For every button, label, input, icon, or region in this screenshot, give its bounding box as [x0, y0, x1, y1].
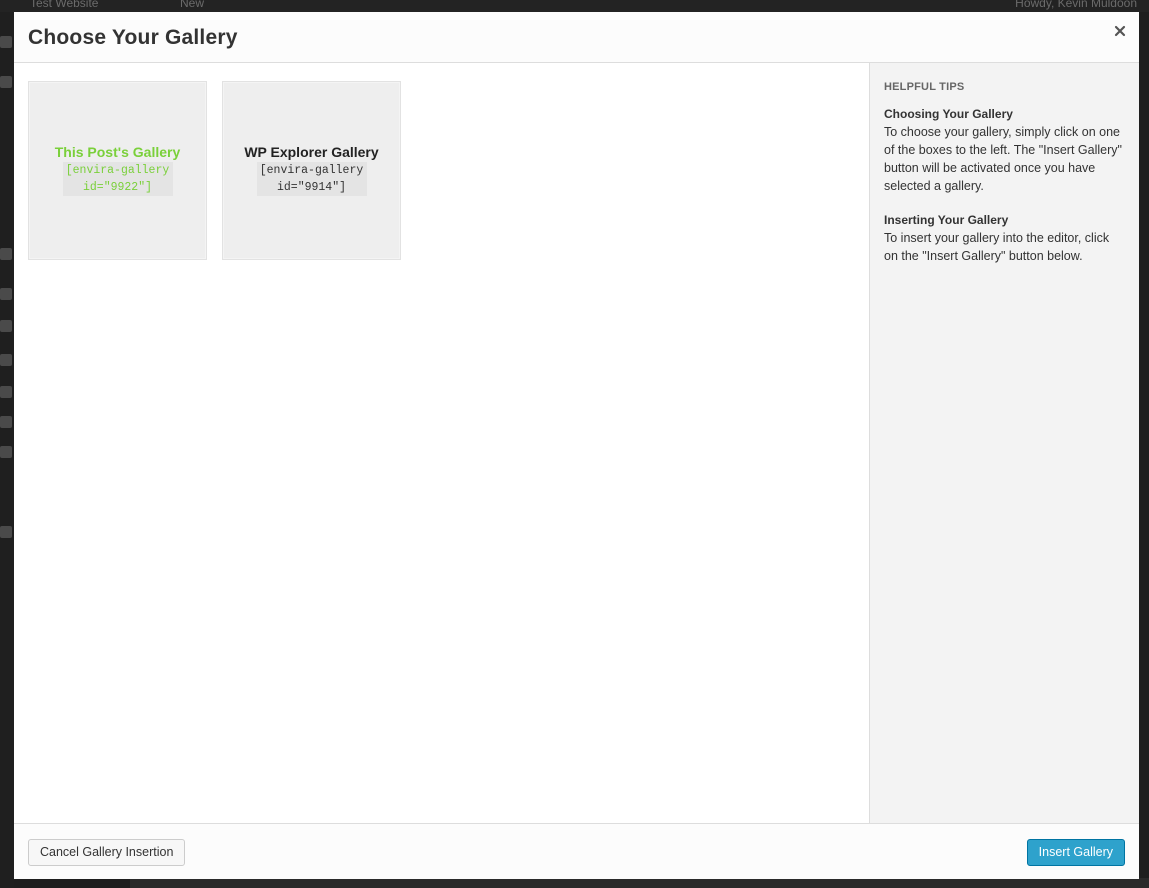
- gallery-item-wp-explorer[interactable]: WP Explorer Gallery [envira-gallery id="…: [222, 81, 401, 260]
- plugins-icon: [0, 354, 12, 366]
- howdy-text: Howdy, Kevin Muldoon: [1015, 0, 1137, 10]
- tools-icon: [0, 416, 12, 428]
- modal-footer: Cancel Gallery Insertion Insert Gallery: [14, 823, 1139, 879]
- new-link: New: [180, 0, 205, 10]
- editor-background: [130, 878, 1149, 888]
- gallery-shortcode: [envira-gallery id="9914"]: [256, 162, 367, 196]
- cancel-gallery-insertion-button[interactable]: Cancel Gallery Insertion: [28, 839, 186, 866]
- appearance-icon: [0, 320, 12, 332]
- users-icon: [0, 386, 12, 398]
- collapse-icon: [0, 526, 12, 538]
- sidebar-heading: HELPFUL TIPS: [884, 81, 965, 93]
- helpful-tips-sidebar: HELPFUL TIPS Choosing Your Gallery To ch…: [869, 63, 1139, 823]
- gallery-title: WP Explorer Gallery: [244, 144, 379, 160]
- gallery-item-this-post[interactable]: This Post's Gallery [envira-gallery id="…: [28, 81, 207, 260]
- gallery-list: This Post's Gallery [envira-gallery id="…: [14, 63, 869, 823]
- dashboard-icon: [0, 36, 12, 48]
- tip-text: To choose your gallery, simply click on …: [884, 125, 1122, 193]
- tip-title: Inserting Your Gallery: [884, 213, 1009, 227]
- settings-icon: [0, 446, 12, 458]
- tip-text: To insert your gallery into the editor, …: [884, 231, 1110, 263]
- tip-title: Choosing Your Gallery: [884, 107, 1013, 121]
- modal-header: Choose Your Gallery: [14, 12, 1139, 63]
- comments-icon: [0, 288, 12, 300]
- admin-bar: Test Website New Howdy, Kevin Muldoon: [0, 0, 1149, 12]
- site-name: Test Website: [30, 0, 99, 10]
- modal-title: Choose Your Gallery: [28, 26, 238, 49]
- media-icon: [0, 248, 12, 260]
- gallery-shortcode: [envira-gallery id="9922"]: [62, 162, 173, 196]
- insert-gallery-button[interactable]: Insert Gallery: [1026, 839, 1125, 866]
- admin-menu: [0, 12, 14, 888]
- posts-icon: [0, 76, 12, 88]
- close-icon[interactable]: [1113, 24, 1127, 38]
- gallery-title: This Post's Gallery: [54, 144, 181, 160]
- gallery-modal: Choose Your Gallery This Post's Gallery …: [14, 12, 1139, 879]
